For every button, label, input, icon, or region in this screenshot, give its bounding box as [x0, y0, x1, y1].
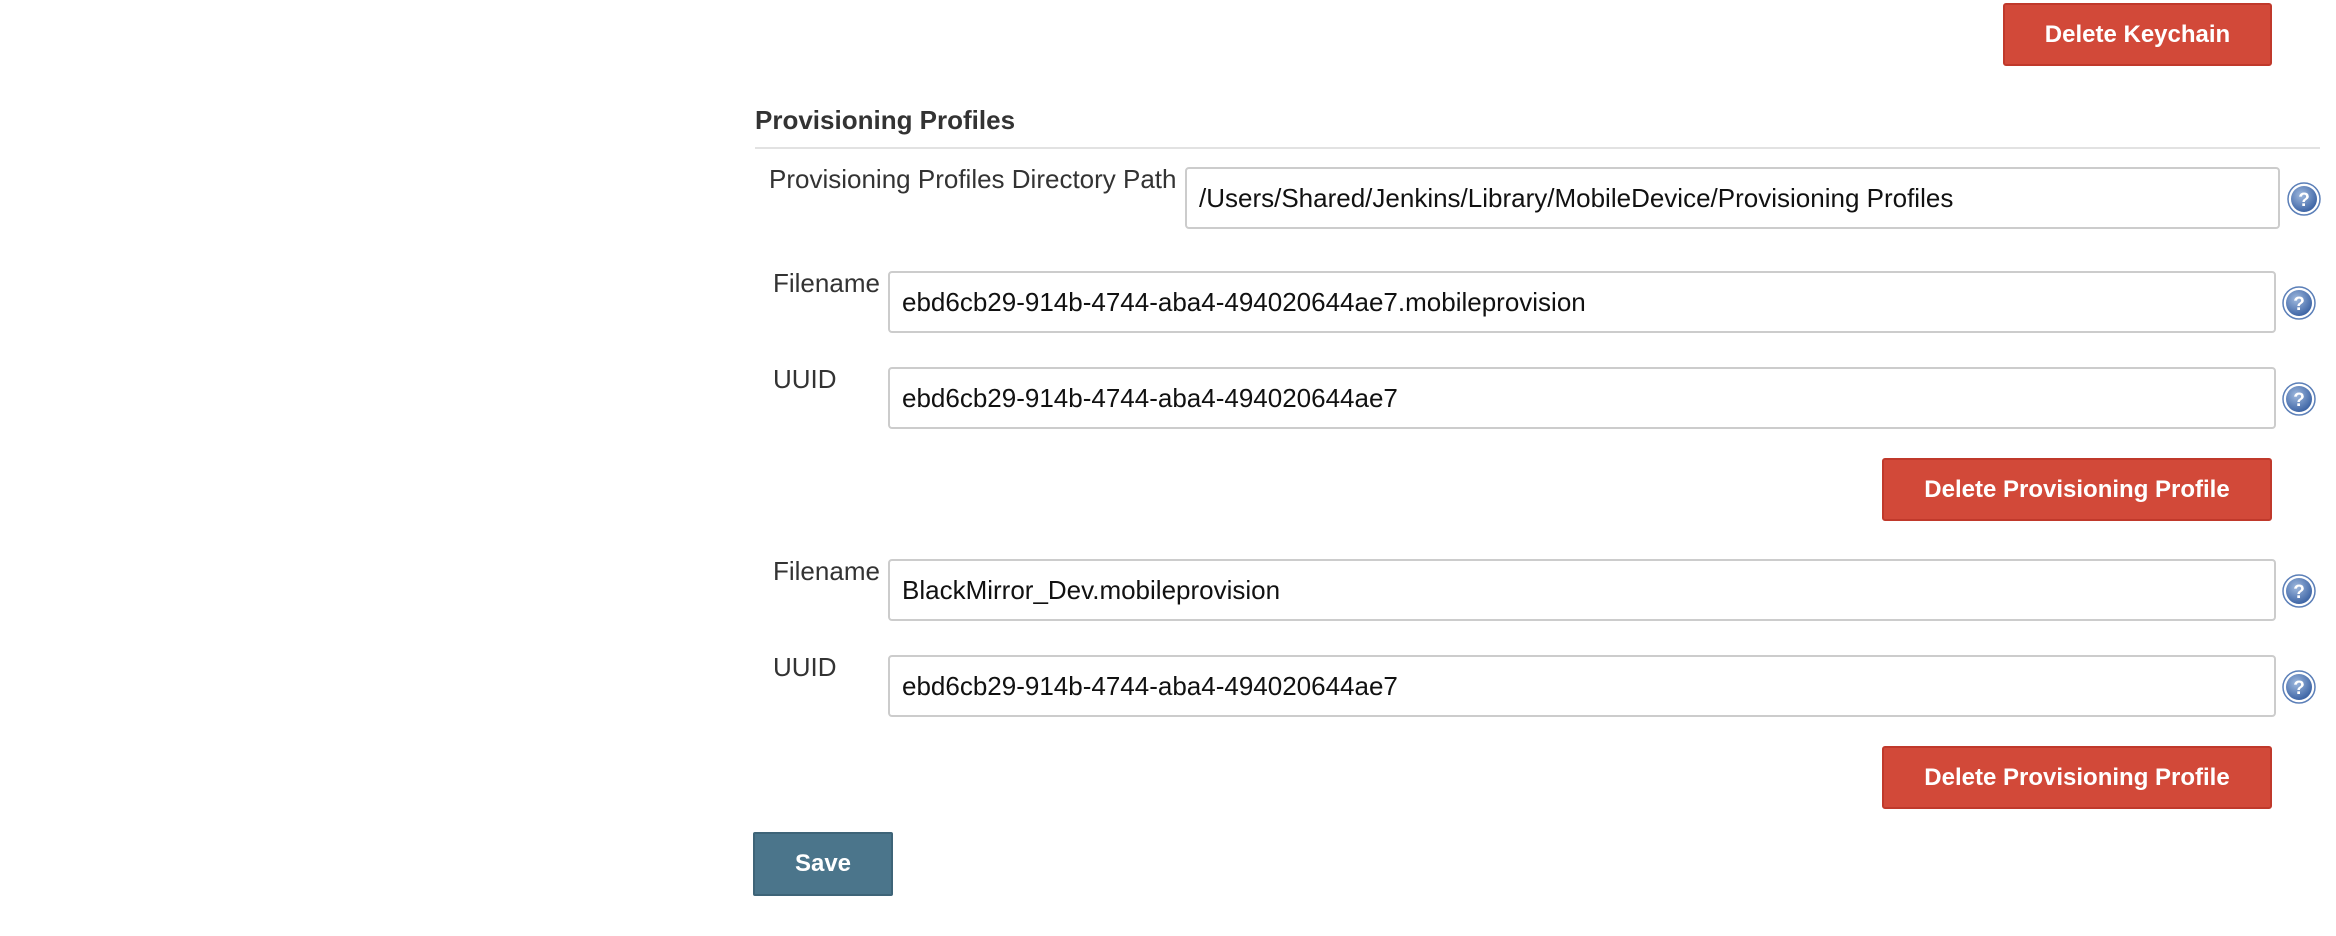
save-button[interactable]: Save [753, 832, 893, 896]
uuid-label: UUID [773, 364, 837, 394]
help-icon[interactable] [2282, 382, 2316, 416]
directory-path-input[interactable] [1185, 167, 2280, 229]
delete-provisioning-profile-button[interactable]: Delete Provisioning Profile [1882, 458, 2272, 521]
help-icon[interactable] [2282, 670, 2316, 704]
help-icon[interactable] [2287, 182, 2321, 216]
help-icon[interactable] [2282, 574, 2316, 608]
section-title: Provisioning Profiles [755, 105, 1016, 135]
filename-label: Filename [773, 556, 880, 586]
filename-input[interactable] [888, 559, 2276, 621]
section-divider [755, 147, 2320, 149]
directory-path-label: Provisioning Profiles Directory Path [769, 164, 1177, 194]
delete-keychain-button[interactable]: Delete Keychain [2003, 3, 2272, 66]
uuid-input[interactable] [888, 655, 2276, 717]
uuid-input[interactable] [888, 367, 2276, 429]
filename-label: Filename [773, 268, 880, 298]
delete-provisioning-profile-button[interactable]: Delete Provisioning Profile [1882, 746, 2272, 809]
help-icon[interactable] [2282, 286, 2316, 320]
filename-input[interactable] [888, 271, 2276, 333]
uuid-label: UUID [773, 652, 837, 682]
